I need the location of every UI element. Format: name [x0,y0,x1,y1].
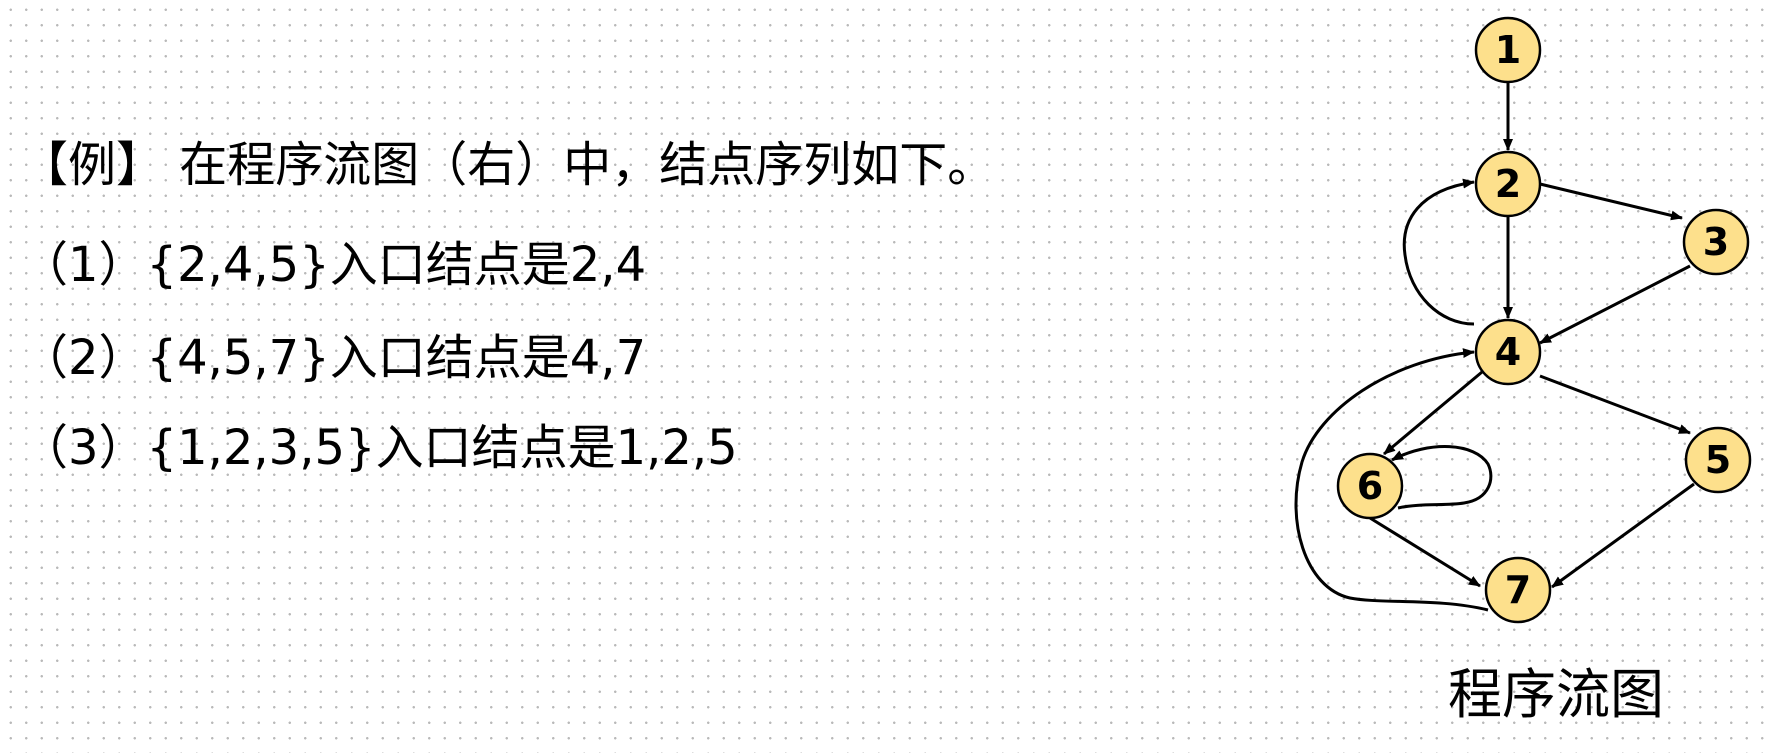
program-flow-graph: 1 2 3 4 5 6 7 [1294,16,1752,624]
edge-4-5 [1539,374,1691,435]
node-label: 7 [1505,568,1531,612]
node-3: 3 [1682,208,1750,276]
node-label: 1 [1495,28,1521,72]
edge-2-3 [1539,182,1683,221]
node-6: 6 [1336,452,1404,520]
node-label: 2 [1495,162,1521,206]
node-1: 1 [1474,16,1542,84]
edge-4-6 [1383,370,1483,456]
node-5: 5 [1684,426,1752,494]
graph-nodes: 1 2 3 4 5 6 7 [1336,16,1752,624]
edge-5-7 [1551,482,1695,589]
node-label: 5 [1705,438,1731,482]
node-label: 3 [1703,220,1729,264]
node-7: 7 [1484,556,1552,624]
edge-6-6 [1391,445,1493,510]
edge-4-2 [1402,178,1475,326]
edge-3-4 [1539,264,1691,345]
node-label: 4 [1495,330,1521,374]
node-label: 6 [1357,464,1383,508]
node-4: 4 [1474,318,1542,386]
node-2: 2 [1474,150,1542,218]
edge-6-7 [1369,516,1481,588]
graph-caption: 程序流图 [1448,663,1664,726]
